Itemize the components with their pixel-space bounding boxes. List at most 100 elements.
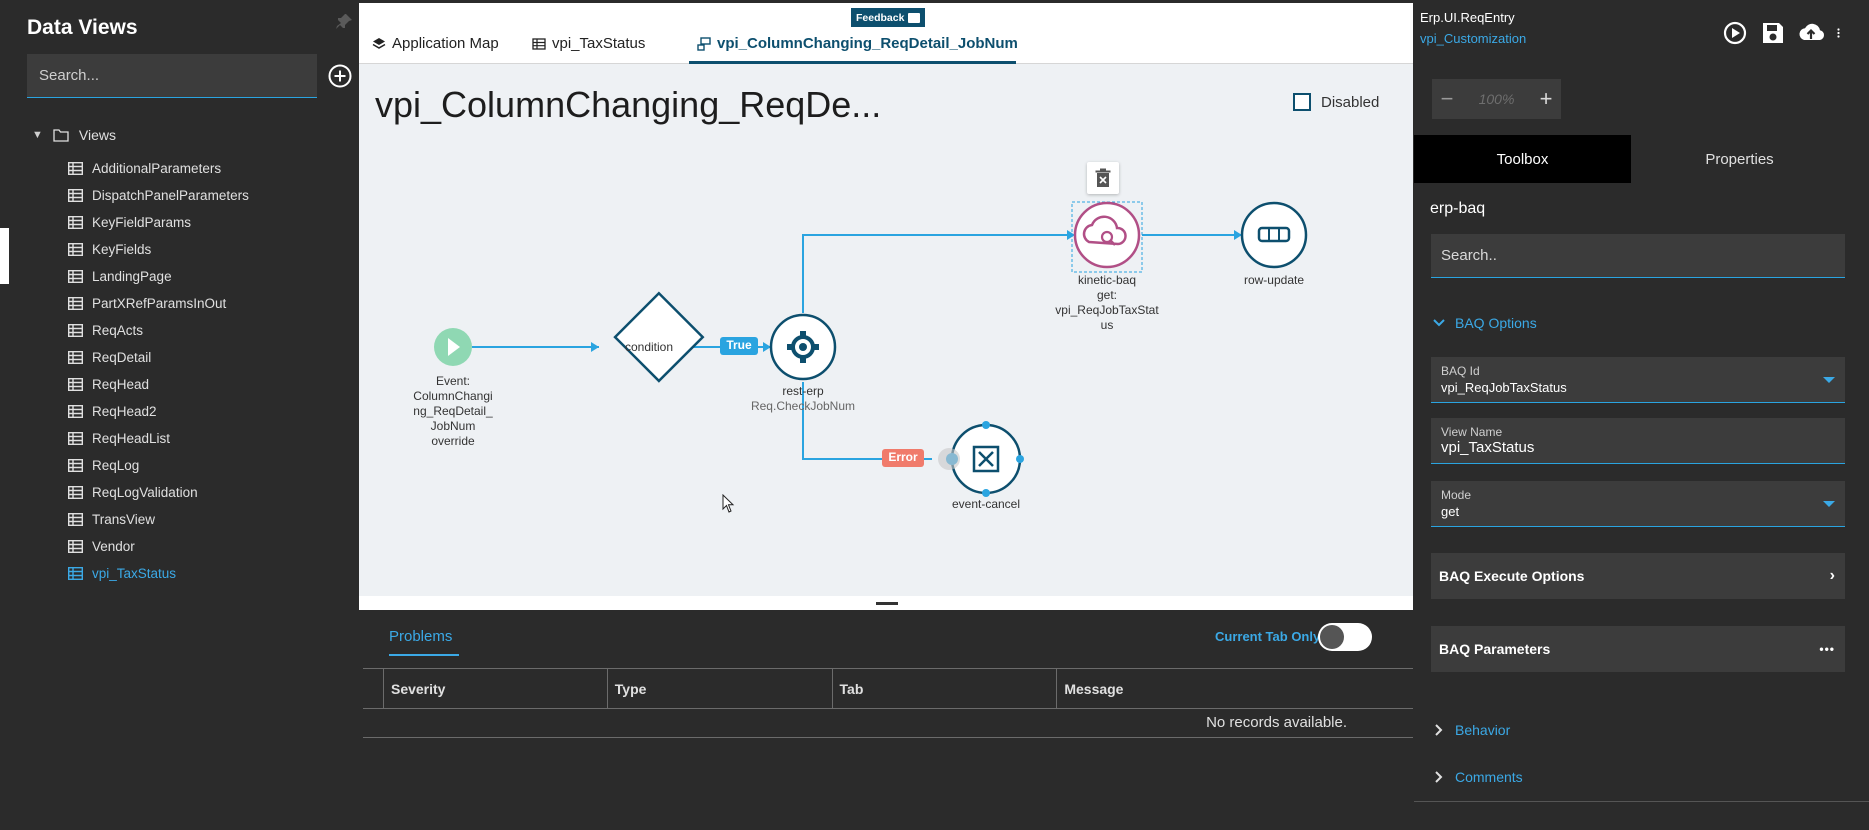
comment-icon bbox=[908, 12, 921, 23]
table-icon bbox=[68, 189, 83, 202]
collapse-triangle-icon[interactable]: ▼ bbox=[32, 129, 43, 141]
column-severity[interactable]: Severity bbox=[384, 669, 608, 708]
section-baq-options[interactable]: BAQ Options bbox=[1432, 315, 1537, 331]
table-icon bbox=[68, 324, 83, 337]
rest-erp-label: rest-erp Req.CheckJobNum bbox=[733, 384, 873, 414]
view-item[interactable]: ReqHeadList bbox=[68, 425, 249, 452]
tab-application-map[interactable]: Application Map bbox=[372, 35, 499, 52]
view-item[interactable]: DispatchPanelParameters bbox=[68, 182, 249, 209]
zoom-control: − 100% + bbox=[1432, 79, 1561, 119]
view-item[interactable]: KeyFields bbox=[68, 236, 249, 263]
section-label: BAQ Options bbox=[1455, 315, 1537, 331]
chevron-right-icon: › bbox=[1829, 567, 1835, 584]
baq-id-select[interactable]: BAQ Id vpi_ReqJobTaxStatus bbox=[1431, 357, 1845, 403]
delete-node-button[interactable] bbox=[1087, 162, 1119, 194]
view-item[interactable]: ReqActs bbox=[68, 317, 249, 344]
anchor-point bbox=[982, 489, 990, 497]
more-vertical-icon[interactable] bbox=[1835, 19, 1849, 47]
field-label: Mode bbox=[1441, 488, 1472, 502]
column-tab[interactable]: Tab bbox=[833, 669, 1058, 708]
event-label-line: Event: bbox=[435, 374, 471, 388]
panel-splitter[interactable] bbox=[359, 596, 1413, 610]
tab-label: vpi_TaxStatus bbox=[552, 35, 646, 52]
designer-area: Feedback Application Map vpi_TaxStatus v… bbox=[359, 0, 1413, 830]
run-icon[interactable] bbox=[1721, 19, 1749, 47]
field-label: View Name bbox=[1441, 425, 1503, 439]
drag-handle-icon[interactable] bbox=[876, 602, 898, 605]
view-item-label: KeyFieldParams bbox=[92, 215, 192, 230]
kinetic-baq-line: us bbox=[1100, 318, 1114, 332]
error-badge-label: Error bbox=[888, 450, 918, 464]
tab-vpi-taxstatus[interactable]: vpi_TaxStatus bbox=[532, 35, 645, 52]
current-tab-only-toggle[interactable] bbox=[1318, 623, 1372, 651]
save-icon[interactable] bbox=[1759, 19, 1787, 47]
pin-icon[interactable] bbox=[334, 12, 354, 32]
table-icon bbox=[68, 297, 83, 310]
table-icon bbox=[68, 162, 83, 175]
feedback-button[interactable]: Feedback bbox=[851, 8, 926, 27]
field-value: vpi_ReqJobTaxStatus bbox=[1441, 380, 1567, 395]
baq-execute-options-row[interactable]: BAQ Execute Options › bbox=[1431, 553, 1845, 599]
current-tab-only-label: Current Tab Only bbox=[1215, 629, 1321, 644]
section-behavior[interactable]: Behavior bbox=[1432, 722, 1510, 738]
row-label: BAQ Parameters bbox=[1439, 641, 1551, 657]
dropdown-arrow-icon[interactable] bbox=[1823, 377, 1835, 383]
view-item[interactable]: ReqHead2 bbox=[68, 398, 249, 425]
row-update-node bbox=[1240, 201, 1308, 269]
view-item-label: ReqLog bbox=[92, 458, 140, 473]
table-icon bbox=[532, 37, 546, 50]
tab-column-changing-event[interactable]: vpi_ColumnChanging_ReqDetail_JobNum bbox=[697, 35, 1018, 52]
view-item[interactable]: KeyFieldParams bbox=[68, 209, 249, 236]
tree-root-views[interactable]: ▼ Views bbox=[32, 127, 116, 143]
header-actions bbox=[1721, 19, 1849, 47]
rest-erp-method: Req.CheckJobNum bbox=[750, 399, 856, 413]
view-item[interactable]: LandingPage bbox=[68, 263, 249, 290]
panel-edge-marker bbox=[0, 228, 9, 284]
table-icon bbox=[68, 243, 83, 256]
view-item[interactable]: Vendor bbox=[68, 533, 249, 560]
kinetic-baq-label: kinetic-baq get: vpi_ReqJobTaxStat us bbox=[1042, 273, 1172, 333]
view-item-active[interactable]: vpi_TaxStatus bbox=[68, 560, 249, 587]
column-message[interactable]: Message bbox=[1057, 669, 1413, 708]
table-header: Severity Type Tab Message bbox=[363, 668, 1413, 709]
properties-search-input[interactable] bbox=[1431, 234, 1845, 278]
kinetic-baq-line: vpi_ReqJobTaxStat bbox=[1055, 303, 1159, 317]
tab-properties[interactable]: Properties bbox=[1631, 135, 1848, 183]
view-item[interactable]: ReqLogValidation bbox=[68, 479, 249, 506]
right-tabs: Toolbox Properties bbox=[1414, 135, 1869, 183]
customization-link[interactable]: vpi_Customization bbox=[1420, 31, 1526, 46]
zoom-out-button[interactable]: − bbox=[1432, 86, 1462, 112]
zoom-in-button[interactable]: + bbox=[1531, 86, 1561, 112]
view-item-label: vpi_TaxStatus bbox=[92, 566, 177, 581]
dropdown-arrow-icon[interactable] bbox=[1823, 501, 1835, 507]
view-item[interactable]: ReqDetail bbox=[68, 344, 249, 371]
mode-select[interactable]: Mode get bbox=[1431, 481, 1845, 527]
event-canvas[interactable]: vpi_ColumnChanging_ReqDe... Disabled Tru… bbox=[359, 64, 1413, 596]
view-item-label: TransView bbox=[92, 512, 156, 527]
table-icon bbox=[68, 540, 83, 553]
view-item[interactable]: PartXRefParamsInOut bbox=[68, 290, 249, 317]
add-view-icon[interactable] bbox=[328, 64, 352, 88]
connector-arrow bbox=[591, 342, 599, 352]
event-start-label: Event: ColumnChangi ng_ReqDetail_ JobNum… bbox=[403, 374, 503, 449]
view-item[interactable]: AdditionalParameters bbox=[68, 155, 249, 182]
view-item[interactable]: ReqHead bbox=[68, 371, 249, 398]
more-horizontal-icon[interactable]: ••• bbox=[1819, 642, 1835, 656]
condition-node bbox=[613, 291, 705, 383]
cloud-upload-icon[interactable] bbox=[1797, 19, 1825, 47]
data-views-title: Data Views bbox=[27, 16, 138, 39]
section-comments[interactable]: Comments bbox=[1432, 769, 1523, 785]
view-item[interactable]: ReqLog bbox=[68, 452, 249, 479]
field-label: BAQ Id bbox=[1441, 364, 1480, 378]
view-name-field[interactable]: View Name vpi_TaxStatus bbox=[1431, 418, 1845, 464]
data-views-search-input[interactable] bbox=[27, 54, 317, 98]
trash-icon bbox=[1095, 168, 1111, 187]
baq-parameters-row[interactable]: BAQ Parameters ••• bbox=[1431, 626, 1845, 672]
feedback-label: Feedback bbox=[856, 11, 905, 24]
tab-toolbox[interactable]: Toolbox bbox=[1414, 135, 1631, 183]
column-type[interactable]: Type bbox=[608, 669, 833, 708]
event-label-line: JobNum bbox=[430, 419, 476, 433]
view-item[interactable]: TransView bbox=[68, 506, 249, 533]
tab-problems[interactable]: Problems bbox=[389, 628, 452, 645]
view-item-label: Vendor bbox=[92, 539, 135, 554]
